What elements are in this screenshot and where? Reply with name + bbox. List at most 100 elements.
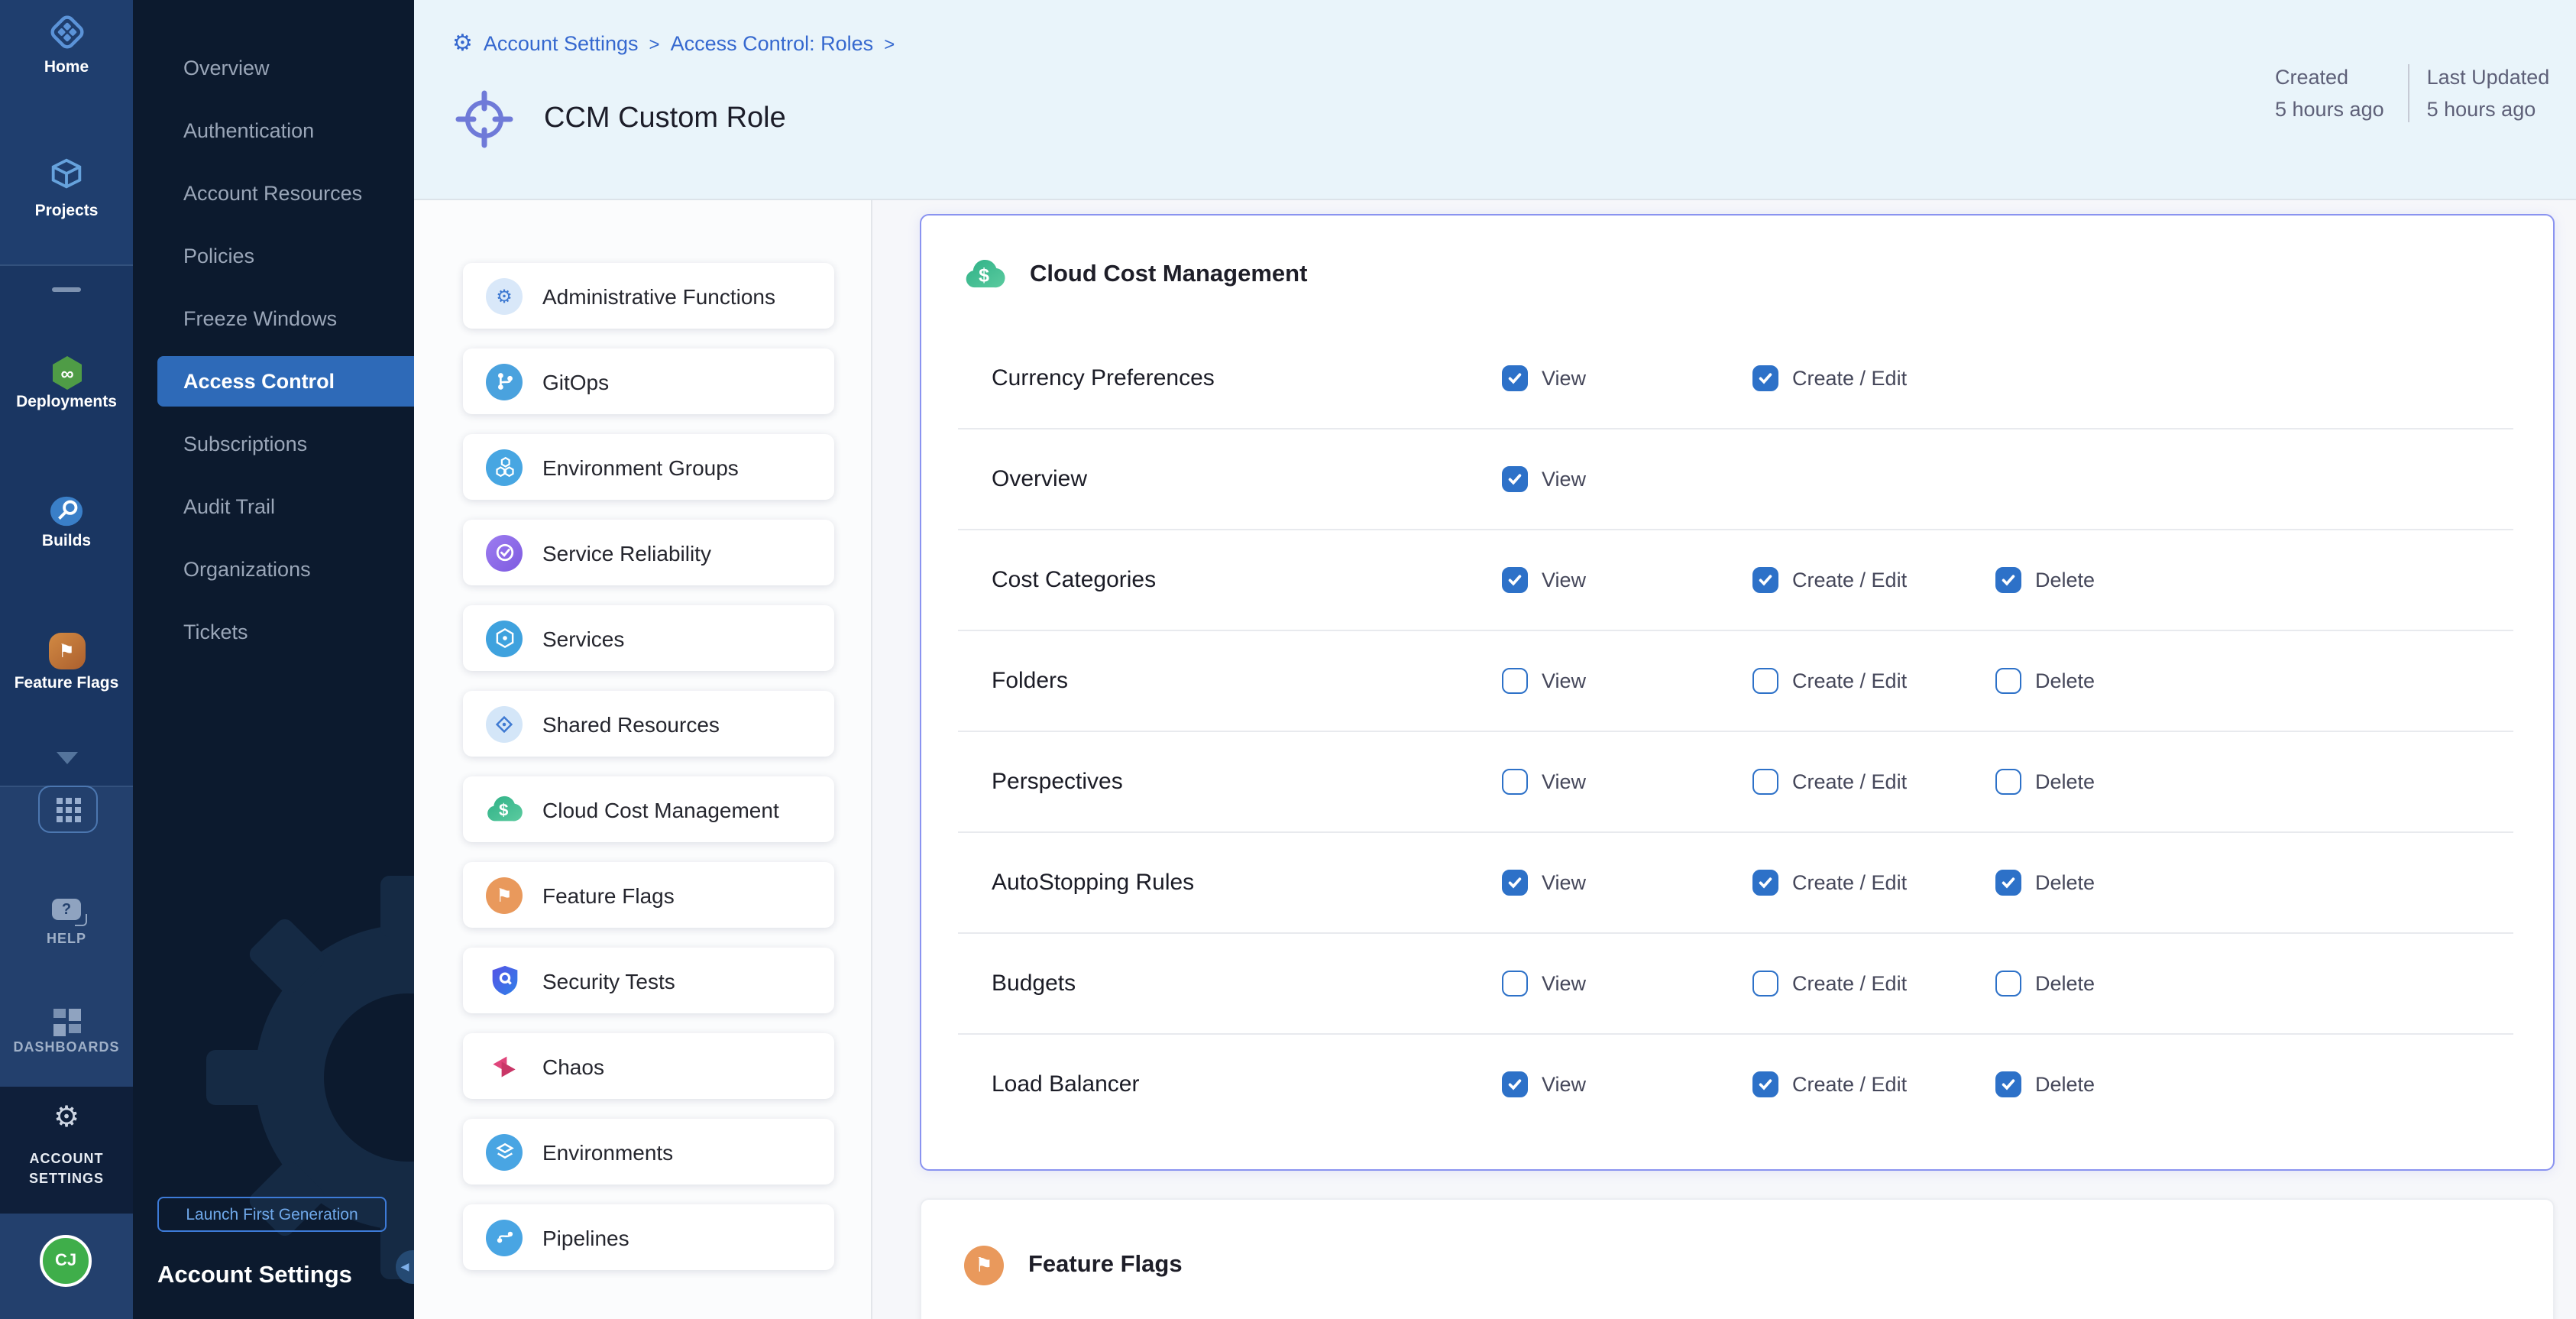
delete-checkbox[interactable] bbox=[1995, 971, 2021, 997]
view-checkbox[interactable] bbox=[1502, 466, 1528, 492]
avatar[interactable]: CJ bbox=[40, 1235, 92, 1287]
rail-section-handle bbox=[52, 287, 81, 292]
card-gitops[interactable]: GitOps bbox=[463, 348, 834, 414]
create-edit-checkbox[interactable] bbox=[1752, 971, 1778, 997]
card-shared-resources[interactable]: Shared Resources bbox=[463, 691, 834, 757]
rail-deployments-label[interactable]: Deployments bbox=[0, 393, 133, 411]
view-label: View bbox=[1542, 468, 1586, 491]
permission-rows: Currency Preferences View Create / Edit … bbox=[921, 329, 2553, 1134]
launch-first-generation-button[interactable]: Launch First Generation bbox=[157, 1197, 387, 1232]
view-label: View bbox=[1542, 569, 1586, 591]
nav-item-policies[interactable]: Policies bbox=[133, 225, 414, 287]
delete-checkbox[interactable] bbox=[1995, 870, 2021, 896]
card-pipelines[interactable]: Pipelines bbox=[463, 1204, 834, 1270]
account-settings-gear-icon[interactable]: ⚙ bbox=[0, 1103, 133, 1134]
card-security-tests[interactable]: Security Tests bbox=[463, 948, 834, 1013]
home-icon[interactable] bbox=[46, 11, 87, 52]
view-label: View bbox=[1542, 770, 1586, 793]
create-edit-checkbox[interactable] bbox=[1752, 668, 1778, 694]
chevron-down-icon[interactable] bbox=[57, 752, 78, 764]
builds-icon[interactable] bbox=[46, 491, 87, 532]
cloud-cost-panel-icon: $ bbox=[964, 258, 1005, 290]
resource-label: Cost Categories bbox=[992, 567, 1156, 593]
view-checkbox[interactable] bbox=[1502, 668, 1528, 694]
create-edit-checkbox[interactable] bbox=[1752, 1071, 1778, 1097]
card-chaos[interactable]: Chaos bbox=[463, 1033, 834, 1099]
help-icon[interactable]: ? bbox=[52, 899, 81, 920]
dashboards-icon[interactable] bbox=[53, 1009, 80, 1035]
rail-dashboards-label[interactable]: DASHBOARDS bbox=[0, 1039, 133, 1055]
gear-watermark bbox=[179, 848, 414, 1307]
delete-checkbox[interactable] bbox=[1995, 769, 2021, 795]
create-edit-checkbox[interactable] bbox=[1752, 870, 1778, 896]
rail-projects-label[interactable]: Projects bbox=[0, 202, 133, 220]
nav-item-subscriptions[interactable]: Subscriptions bbox=[133, 413, 414, 475]
view-checkbox[interactable] bbox=[1502, 870, 1528, 896]
delete-checkbox[interactable] bbox=[1995, 1071, 2021, 1097]
permission-row-budgets: Budgets View Create / Edit Delete bbox=[958, 932, 2513, 1033]
permission-row-cost-categories: Cost Categories View Create / Edit Delet… bbox=[958, 529, 2513, 630]
card-service-reliability[interactable]: Service Reliability bbox=[463, 520, 834, 585]
rail-account-label-1[interactable]: ACCOUNT bbox=[0, 1151, 133, 1166]
resource-group-list: ⚙ Administrative Functions GitOps Enviro… bbox=[414, 200, 872, 1319]
delete-label: Delete bbox=[2035, 569, 2095, 591]
delete-label: Delete bbox=[2035, 972, 2095, 995]
resource-label: Budgets bbox=[992, 971, 1076, 997]
breadcrumb-separator: > bbox=[649, 33, 660, 54]
create-edit-label: Create / Edit bbox=[1792, 770, 1907, 793]
resource-label: AutoStopping Rules bbox=[992, 870, 1194, 896]
nav-item-tickets[interactable]: Tickets bbox=[133, 601, 414, 663]
nav-item-authentication[interactable]: Authentication bbox=[133, 99, 414, 162]
resource-label: Overview bbox=[992, 466, 1087, 492]
create-edit-checkbox[interactable] bbox=[1752, 769, 1778, 795]
view-checkbox[interactable] bbox=[1502, 365, 1528, 391]
delete-label: Delete bbox=[2035, 1073, 2095, 1096]
rail-home-label[interactable]: Home bbox=[0, 58, 133, 76]
nav-item-freeze-windows[interactable]: Freeze Windows bbox=[133, 287, 414, 350]
sidebar-title: Account Settings bbox=[157, 1262, 352, 1290]
view-checkbox[interactable] bbox=[1502, 971, 1528, 997]
view-checkbox[interactable] bbox=[1502, 1071, 1528, 1097]
last-updated-value: 5 hours ago bbox=[2427, 93, 2550, 125]
card-administrative-functions[interactable]: ⚙ Administrative Functions bbox=[463, 263, 834, 329]
nav-item-organizations[interactable]: Organizations bbox=[133, 538, 414, 601]
deployments-icon[interactable]: ∞ bbox=[46, 352, 87, 393]
breadcrumb-access-control-roles[interactable]: Access Control: Roles bbox=[671, 32, 874, 55]
gitops-icon bbox=[486, 363, 523, 400]
chaos-icon bbox=[486, 1048, 523, 1084]
card-environments[interactable]: Environments bbox=[463, 1119, 834, 1185]
nav-item-access-control[interactable]: Access Control bbox=[157, 356, 414, 407]
create-edit-checkbox[interactable] bbox=[1752, 567, 1778, 593]
meta-divider bbox=[2409, 64, 2410, 122]
admin-functions-icon: ⚙ bbox=[486, 277, 523, 314]
view-label: View bbox=[1542, 669, 1586, 692]
role-target-icon bbox=[451, 86, 518, 153]
delete-label: Delete bbox=[2035, 871, 2095, 894]
card-cloud-cost-management[interactable]: $ Cloud Cost Management bbox=[463, 776, 834, 842]
role-meta: Created 5 hours ago Last Updated 5 hours… bbox=[2275, 61, 2549, 125]
content-area: ⚙ Account Settings > Access Control: Rol… bbox=[414, 0, 2576, 1319]
card-feature-flags[interactable]: ⚑ Feature Flags bbox=[463, 862, 834, 928]
last-updated-label: Last Updated bbox=[2427, 61, 2550, 93]
created-value: 5 hours ago bbox=[2275, 93, 2384, 125]
nav-item-audit-trail[interactable]: Audit Trail bbox=[133, 475, 414, 538]
delete-checkbox[interactable] bbox=[1995, 567, 2021, 593]
panel-title: Cloud Cost Management bbox=[1030, 261, 1307, 288]
nav-item-overview[interactable]: Overview bbox=[133, 37, 414, 99]
view-label: View bbox=[1542, 871, 1586, 894]
view-checkbox[interactable] bbox=[1502, 769, 1528, 795]
rail-builds-label[interactable]: Builds bbox=[0, 532, 133, 550]
delete-checkbox[interactable] bbox=[1995, 668, 2021, 694]
create-edit-checkbox[interactable] bbox=[1752, 365, 1778, 391]
rail-feature-flags-label[interactable]: Feature Flags bbox=[0, 674, 133, 692]
card-environment-groups[interactable]: Environment Groups bbox=[463, 434, 834, 500]
breadcrumb-account-settings[interactable]: Account Settings bbox=[484, 32, 639, 55]
feature-flags-icon[interactable]: ⚑ bbox=[46, 630, 87, 671]
nav-item-account-resources[interactable]: Account Resources bbox=[133, 162, 414, 225]
rail-account-label-2[interactable]: SETTINGS bbox=[0, 1171, 133, 1186]
card-services[interactable]: Services bbox=[463, 605, 834, 671]
view-checkbox[interactable] bbox=[1502, 567, 1528, 593]
rail-help-label[interactable]: HELP bbox=[0, 931, 133, 946]
projects-icon[interactable] bbox=[46, 154, 87, 196]
module-picker-button[interactable] bbox=[38, 786, 98, 833]
